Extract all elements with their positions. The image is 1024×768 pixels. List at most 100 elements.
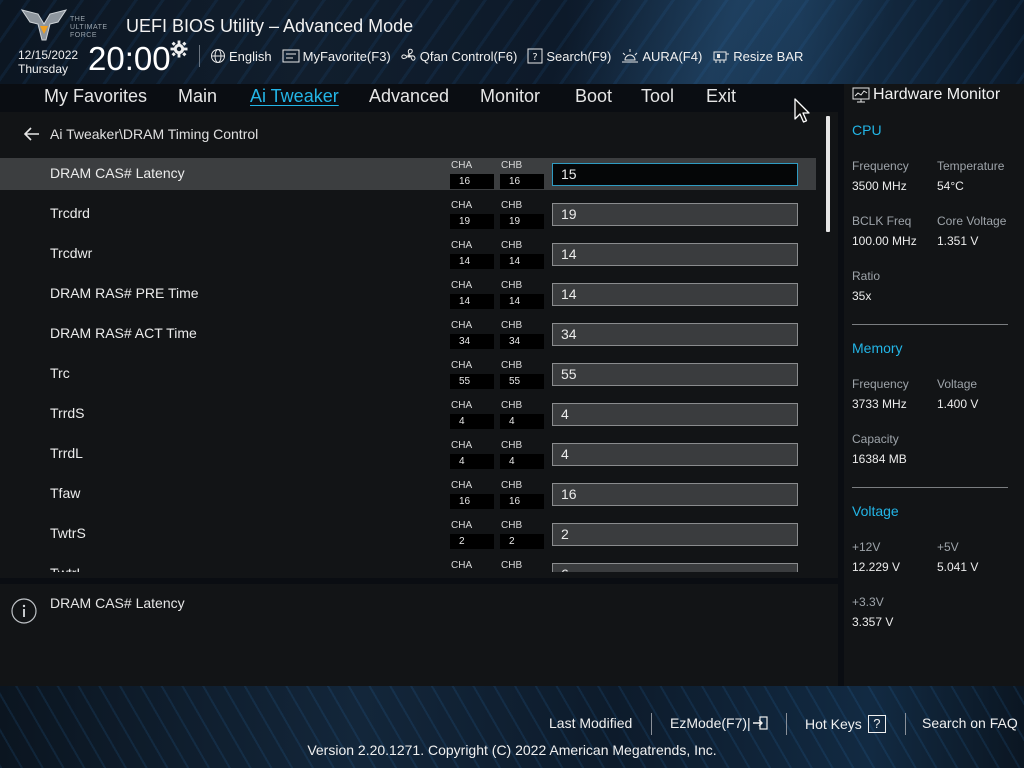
timing-value-input[interactable]: 15 (552, 163, 798, 186)
hw-divider (852, 324, 1008, 325)
ezmode-button[interactable]: EzMode(F7)| (670, 715, 768, 731)
channel-b-value: CHB 16 (500, 160, 544, 189)
timing-row[interactable]: Trc CHA 55 CHB 55 55 (0, 358, 816, 390)
channel-a-value: CHA 16 (450, 160, 494, 189)
channel-b-number: 55 (500, 374, 544, 389)
timing-row[interactable]: TrrdS CHA 4 CHB 4 4 (0, 398, 816, 430)
channel-a-label: CHA (451, 320, 473, 331)
channel-b-value: CHB 55 (500, 360, 544, 389)
channel-a-label: CHA (451, 280, 473, 291)
bclk-value: 100.00 MHz (852, 234, 917, 248)
timing-row[interactable]: Tfaw CHA 16 CHB 16 16 (0, 478, 816, 510)
search-faq-button[interactable]: Search on FAQ (922, 715, 1018, 731)
channel-b-label: CHB (501, 160, 523, 171)
aura-label: AURA(F4) (642, 48, 703, 64)
channel-a-label: CHA (451, 560, 473, 571)
tab-ai-tweaker[interactable]: Ai Tweaker (250, 86, 339, 107)
back-arrow-icon[interactable] (24, 127, 40, 141)
help-panel: DRAM CAS# Latency (0, 584, 838, 686)
timing-row[interactable]: Trcdwr CHA 14 CHB 14 14 (0, 238, 816, 270)
channel-a-number: 4 (450, 414, 494, 429)
timing-value-input[interactable]: 4 (552, 443, 798, 466)
timing-value-input[interactable]: 2 (552, 523, 798, 546)
channel-b-value: CHB 19 (500, 200, 544, 229)
channel-a-value: CHA 34 (450, 320, 494, 349)
resize-bar-button[interactable]: Resize BAR (712, 48, 803, 64)
toolbar: English MyFavorite(F3) Qfan Control(F6) … (210, 45, 813, 67)
qfan-control-button[interactable]: Qfan Control(F6) (401, 48, 518, 64)
timing-label: DRAM RAS# PRE Time (50, 285, 199, 301)
timing-value-input[interactable]: 19 (552, 203, 798, 226)
timing-label: TwtrS (50, 525, 86, 541)
channel-a-number: 19 (450, 214, 494, 229)
hot-keys-help-icon: ? (867, 715, 886, 733)
tab-exit[interactable]: Exit (706, 86, 736, 107)
mouse-cursor-icon (794, 98, 810, 123)
timing-row[interactable]: TrrdL CHA 4 CHB 4 4 (0, 438, 816, 470)
voltage-12v-value: 12.229 V (852, 560, 901, 574)
voltage-5v: +5V 5.041 V (937, 537, 978, 577)
search-button[interactable]: ? Search(F9) (527, 48, 611, 64)
favorite-list-icon (282, 49, 300, 63)
timing-label: TrrdS (50, 405, 85, 421)
channel-b-value: CHB 4 (500, 440, 544, 469)
timing-value-input[interactable]: 14 (552, 283, 798, 306)
memory-capacity: Capacity 16384 MB (852, 429, 907, 469)
timing-row[interactable]: DRAM CAS# Latency CHA 16 CHB 16 15 (0, 158, 816, 190)
exit-arrow-icon (752, 716, 768, 730)
ratio-value: 35x (852, 289, 872, 303)
tab-monitor[interactable]: Monitor (480, 86, 540, 107)
tab-tool[interactable]: Tool (641, 86, 674, 107)
channel-a-value: CHA (450, 560, 494, 572)
voltage-3v3: +3.3V 3.357 V (852, 592, 893, 632)
tab-advanced[interactable]: Advanced (369, 86, 449, 107)
bclk-frequency: BCLK Freq 100.00 MHz (852, 211, 917, 251)
timing-value-input[interactable]: 34 (552, 323, 798, 346)
last-modified-button[interactable]: Last Modified (549, 715, 632, 731)
language-button[interactable]: English (210, 48, 272, 64)
timing-row[interactable]: DRAM RAS# PRE Time CHA 14 CHB 14 14 (0, 278, 816, 310)
channel-b-number: 16 (500, 494, 544, 509)
svg-text:?: ? (533, 52, 538, 63)
channel-b-label: CHB (501, 360, 523, 371)
channel-a-number: 16 (450, 494, 494, 509)
channel-b-number: 19 (500, 214, 544, 229)
timing-row[interactable]: TwtrS CHA 2 CHB 2 2 (0, 518, 816, 550)
qfan-label: Qfan Control(F6) (419, 48, 518, 64)
channel-a-number: 14 (450, 254, 494, 269)
timing-label: Tfaw (50, 485, 81, 501)
timing-row[interactable]: TwtrL CHA CHB 6 (0, 558, 816, 572)
channel-a-number: 16 (450, 174, 494, 189)
tab-boot[interactable]: Boot (575, 86, 612, 107)
timing-value-input[interactable]: 55 (552, 363, 798, 386)
channel-b-value: CHB 14 (500, 240, 544, 269)
timing-value-input[interactable]: 14 (552, 243, 798, 266)
timing-label: Trcdwr (50, 245, 93, 261)
search-label: Search(F9) (546, 48, 612, 64)
breadcrumb: Ai Tweaker\DRAM Timing Control (24, 126, 258, 142)
tab-my-favorites[interactable]: My Favorites (44, 86, 147, 107)
channel-b-value: CHB 16 (500, 480, 544, 509)
timing-value-input[interactable]: 16 (552, 483, 798, 506)
aura-button[interactable]: AURA(F4) (621, 48, 702, 64)
timing-row[interactable]: Trcdrd CHA 19 CHB 19 19 (0, 198, 816, 230)
timing-value-input[interactable]: 4 (552, 403, 798, 426)
timing-label: TwtrL (50, 565, 84, 572)
version-text: Version 2.20.1271. Copyright (C) 2022 Am… (307, 742, 717, 758)
channel-b-label: CHB (501, 440, 523, 451)
tab-main[interactable]: Main (178, 86, 217, 107)
timing-value-input[interactable]: 6 (552, 563, 798, 572)
globe-icon (211, 49, 225, 63)
myfavorite-button[interactable]: MyFavorite(F3) (282, 49, 391, 64)
core-voltage: Core Voltage 1.351 V (937, 211, 1006, 251)
channel-b-label: CHB (501, 520, 523, 531)
timing-row[interactable]: DRAM RAS# ACT Time CHA 34 CHB 34 34 (0, 318, 816, 350)
gear-icon[interactable] (170, 40, 188, 58)
hardware-monitor-panel: Hardware Monitor CPU Frequency 3500 MHz … (844, 84, 1024, 686)
voltage-5v-label: +5V (937, 540, 959, 554)
channel-a-number: 4 (450, 454, 494, 469)
channel-a-value: CHA 19 (450, 200, 494, 229)
scrollbar[interactable] (826, 116, 830, 232)
voltage-3v3-value: 3.357 V (852, 615, 894, 629)
hot-keys-button[interactable]: Hot Keys ? (805, 715, 886, 733)
